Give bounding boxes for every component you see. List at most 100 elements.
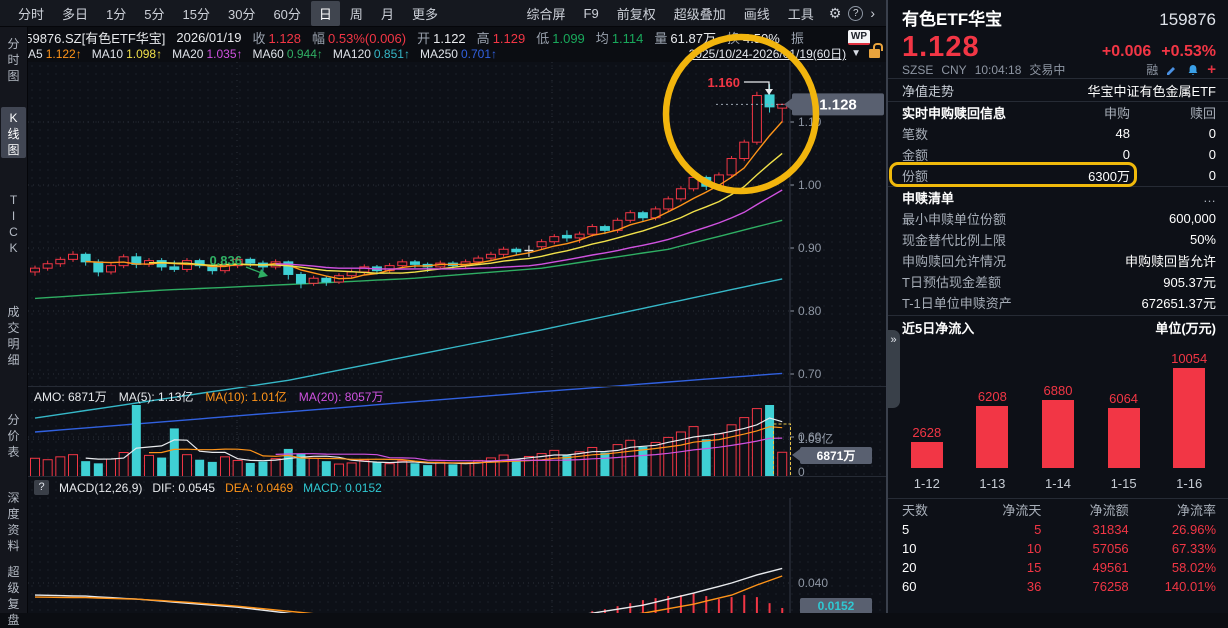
table-row[interactable]: 10105705667.33% bbox=[902, 539, 1216, 558]
ma-item-MA20: MA201.035↑ bbox=[172, 47, 242, 61]
vol-ma5-label: MA(5): 1.13亿 bbox=[119, 388, 194, 405]
inflow-stats-table: 天数净流天净流额净流率553183426.96%10105705667.33%2… bbox=[888, 498, 1228, 596]
toolbar-综合屏[interactable]: 综合屏 bbox=[519, 1, 574, 26]
nav-trend-label[interactable]: 净值走势 bbox=[902, 81, 954, 100]
inflow-bar-group: 2628 bbox=[900, 425, 954, 468]
cell: 31834 bbox=[1041, 522, 1128, 537]
toolbar-工具[interactable]: 工具 bbox=[780, 1, 822, 26]
edit-pencil-icon[interactable] bbox=[1165, 63, 1179, 77]
dif-label: DIF: 0.0545 bbox=[152, 481, 215, 495]
subscription-title: 实时申购赎回信息 bbox=[902, 103, 1034, 122]
ma-item-MA250: MA2500.701↑ bbox=[420, 47, 497, 61]
nav-trend-value: 华宝中证有色金属ETF bbox=[1087, 81, 1216, 100]
inflow-bar bbox=[1173, 368, 1205, 468]
chevron-down-icon[interactable]: ▼ bbox=[851, 48, 861, 59]
panel-expand-handle[interactable]: » bbox=[887, 330, 900, 408]
redeem-col: 赎回 bbox=[1130, 103, 1216, 122]
inflow-value: 2628 bbox=[900, 425, 954, 440]
chevron-right-icon[interactable]: › bbox=[865, 3, 880, 23]
svg-text:6871万: 6871万 bbox=[817, 449, 856, 463]
volume-header: AMO: 6871万 MA(5): 1.13亿 MA(10): 1.01亿 MA… bbox=[34, 388, 384, 405]
tab-多日[interactable]: 多日 bbox=[54, 1, 96, 26]
tab-30分[interactable]: 30分 bbox=[220, 1, 263, 26]
toolbar-画线[interactable]: 画线 bbox=[736, 1, 778, 26]
subscription-row-份额: 份额6300万0 bbox=[888, 165, 1228, 186]
tab-日[interactable]: 日 bbox=[311, 1, 340, 26]
cell: 5 bbox=[954, 522, 1041, 537]
toolbar-right-group: 综合屏F9前复权超级叠加画线工具⚙?› bbox=[519, 1, 880, 26]
inflow-date: 1-14 bbox=[1031, 476, 1085, 491]
field-低: 低1.099 bbox=[536, 28, 585, 47]
period-tabs: 分时多日1分5分15分30分60分日周月更多 bbox=[10, 1, 446, 26]
cell: 20 bbox=[902, 560, 954, 575]
table-header-row: 天数净流天净流额净流率 bbox=[902, 499, 1216, 520]
macd-help-icon[interactable]: ? bbox=[34, 480, 49, 495]
macd-header: ? MACD(12,26,9) DIF: 0.0545 DEA: 0.0469 … bbox=[34, 480, 382, 495]
list-row-T日预估现金差额: T日预估现金差额905.37元 bbox=[888, 271, 1228, 292]
macd-chart[interactable]: 0.0400.0152 bbox=[28, 498, 886, 613]
inflow-bar bbox=[976, 406, 1008, 468]
cell: 67.33% bbox=[1129, 541, 1216, 556]
sidebar-item-深度资料[interactable]: 深 度 资 料 bbox=[1, 487, 26, 554]
help-icon[interactable]: ? bbox=[848, 6, 863, 21]
toolbar-F9[interactable]: F9 bbox=[576, 3, 607, 24]
list-row-申购赎回允许情况: 申购赎回允许情况申购赎回皆允许 bbox=[888, 250, 1228, 271]
svg-text:1.00: 1.00 bbox=[798, 178, 822, 192]
left-sidebar: 分 时 图K 线 图T I C K成 交 明 细分 价 表深 度 资 料超 级 … bbox=[0, 27, 28, 613]
svg-text:1.160: 1.160 bbox=[707, 75, 740, 90]
table-row[interactable]: 20154956158.02% bbox=[902, 558, 1216, 577]
ohlc-fields: 收1.128幅0.53%(0.006)开1.122高1.129低1.099均1.… bbox=[252, 28, 806, 47]
sidebar-item-超级复盘[interactable]: 超 级 复 盘 bbox=[1, 561, 26, 628]
list-section-title: 申赎清单 bbox=[902, 188, 954, 207]
tab-更多[interactable]: 更多 bbox=[404, 1, 446, 26]
sidebar-item-K线图[interactable]: K 线 图 bbox=[1, 107, 26, 158]
field-幅: 幅0.53%(0.006) bbox=[312, 28, 406, 47]
unlock-icon[interactable] bbox=[869, 49, 880, 58]
sidebar-item-分时图[interactable]: 分 时 图 bbox=[1, 33, 26, 84]
more-ellipsis-icon[interactable]: … bbox=[1203, 190, 1216, 205]
inflow-value: 6880 bbox=[1031, 383, 1085, 398]
ma-item-MA120: MA1200.851↑ bbox=[333, 47, 410, 61]
sidebar-item-TICK[interactable]: T I C K bbox=[1, 189, 26, 256]
inflow-title: 近5日净流入 bbox=[902, 318, 974, 337]
cell: 36 bbox=[954, 579, 1041, 594]
alert-bell-icon[interactable] bbox=[1186, 63, 1200, 77]
sidebar-item-成交明细[interactable]: 成 交 明 细 bbox=[1, 301, 26, 368]
table-row[interactable]: 553183426.96% bbox=[902, 520, 1216, 539]
top-toolbar: 分时多日1分5分15分30分60分日周月更多 综合屏F9前复权超级叠加画线工具⚙… bbox=[0, 0, 886, 27]
fund-code: 159876 bbox=[1159, 10, 1216, 30]
macd-value-label: MACD: 0.0152 bbox=[303, 481, 382, 495]
tab-分时[interactable]: 分时 bbox=[10, 1, 52, 26]
currency-label: CNY bbox=[941, 63, 966, 77]
svg-text:0.836: 0.836 bbox=[209, 253, 242, 268]
volume-chart[interactable]: 1.05亿06871万 bbox=[28, 402, 886, 477]
toolbar-前复权[interactable]: 前复权 bbox=[609, 1, 664, 26]
tab-周[interactable]: 周 bbox=[342, 1, 371, 26]
gear-icon[interactable]: ⚙ bbox=[824, 3, 847, 24]
field-量: 量61.87万 bbox=[654, 28, 716, 47]
cell: 10 bbox=[954, 541, 1041, 556]
tab-15分[interactable]: 15分 bbox=[175, 1, 218, 26]
tab-1分[interactable]: 1分 bbox=[98, 1, 134, 26]
exchange-label: SZSE bbox=[902, 63, 933, 77]
list-row-T-1日单位申赎资产: T-1日单位申赎资产672651.37元 bbox=[888, 292, 1228, 313]
add-plus-icon[interactable]: + bbox=[1207, 61, 1216, 78]
inflow-date: 1-13 bbox=[965, 476, 1019, 491]
inflow-bar bbox=[1042, 400, 1074, 468]
wp-badge-icon[interactable]: WP bbox=[848, 30, 870, 45]
inflow-date: 1-16 bbox=[1162, 476, 1216, 491]
tab-5分[interactable]: 5分 bbox=[136, 1, 172, 26]
inflow-bar-chart: 262862086880606410054 1-121-131-141-151-… bbox=[888, 338, 1228, 494]
cell: 15 bbox=[954, 560, 1041, 575]
tab-月[interactable]: 月 bbox=[373, 1, 402, 26]
inflow-value: 6208 bbox=[965, 389, 1019, 404]
table-row[interactable]: 603676258140.01% bbox=[902, 577, 1216, 596]
sidebar-item-分价表[interactable]: 分 价 表 bbox=[1, 409, 26, 460]
tab-60分[interactable]: 60分 bbox=[265, 1, 308, 26]
expand-icon: » bbox=[890, 334, 896, 346]
toolbar-超级叠加[interactable]: 超级叠加 bbox=[666, 1, 734, 26]
date-range-label[interactable]: 2025/10/24-2026/01/19(60日) bbox=[689, 45, 846, 62]
symbol-label: 159876.SZ[有色ETF华宝] bbox=[18, 28, 165, 47]
date-range-group[interactable]: 2025/10/24-2026/01/19(60日) ▼ bbox=[689, 45, 880, 62]
inflow-bar-group: 6064 bbox=[1097, 391, 1151, 468]
